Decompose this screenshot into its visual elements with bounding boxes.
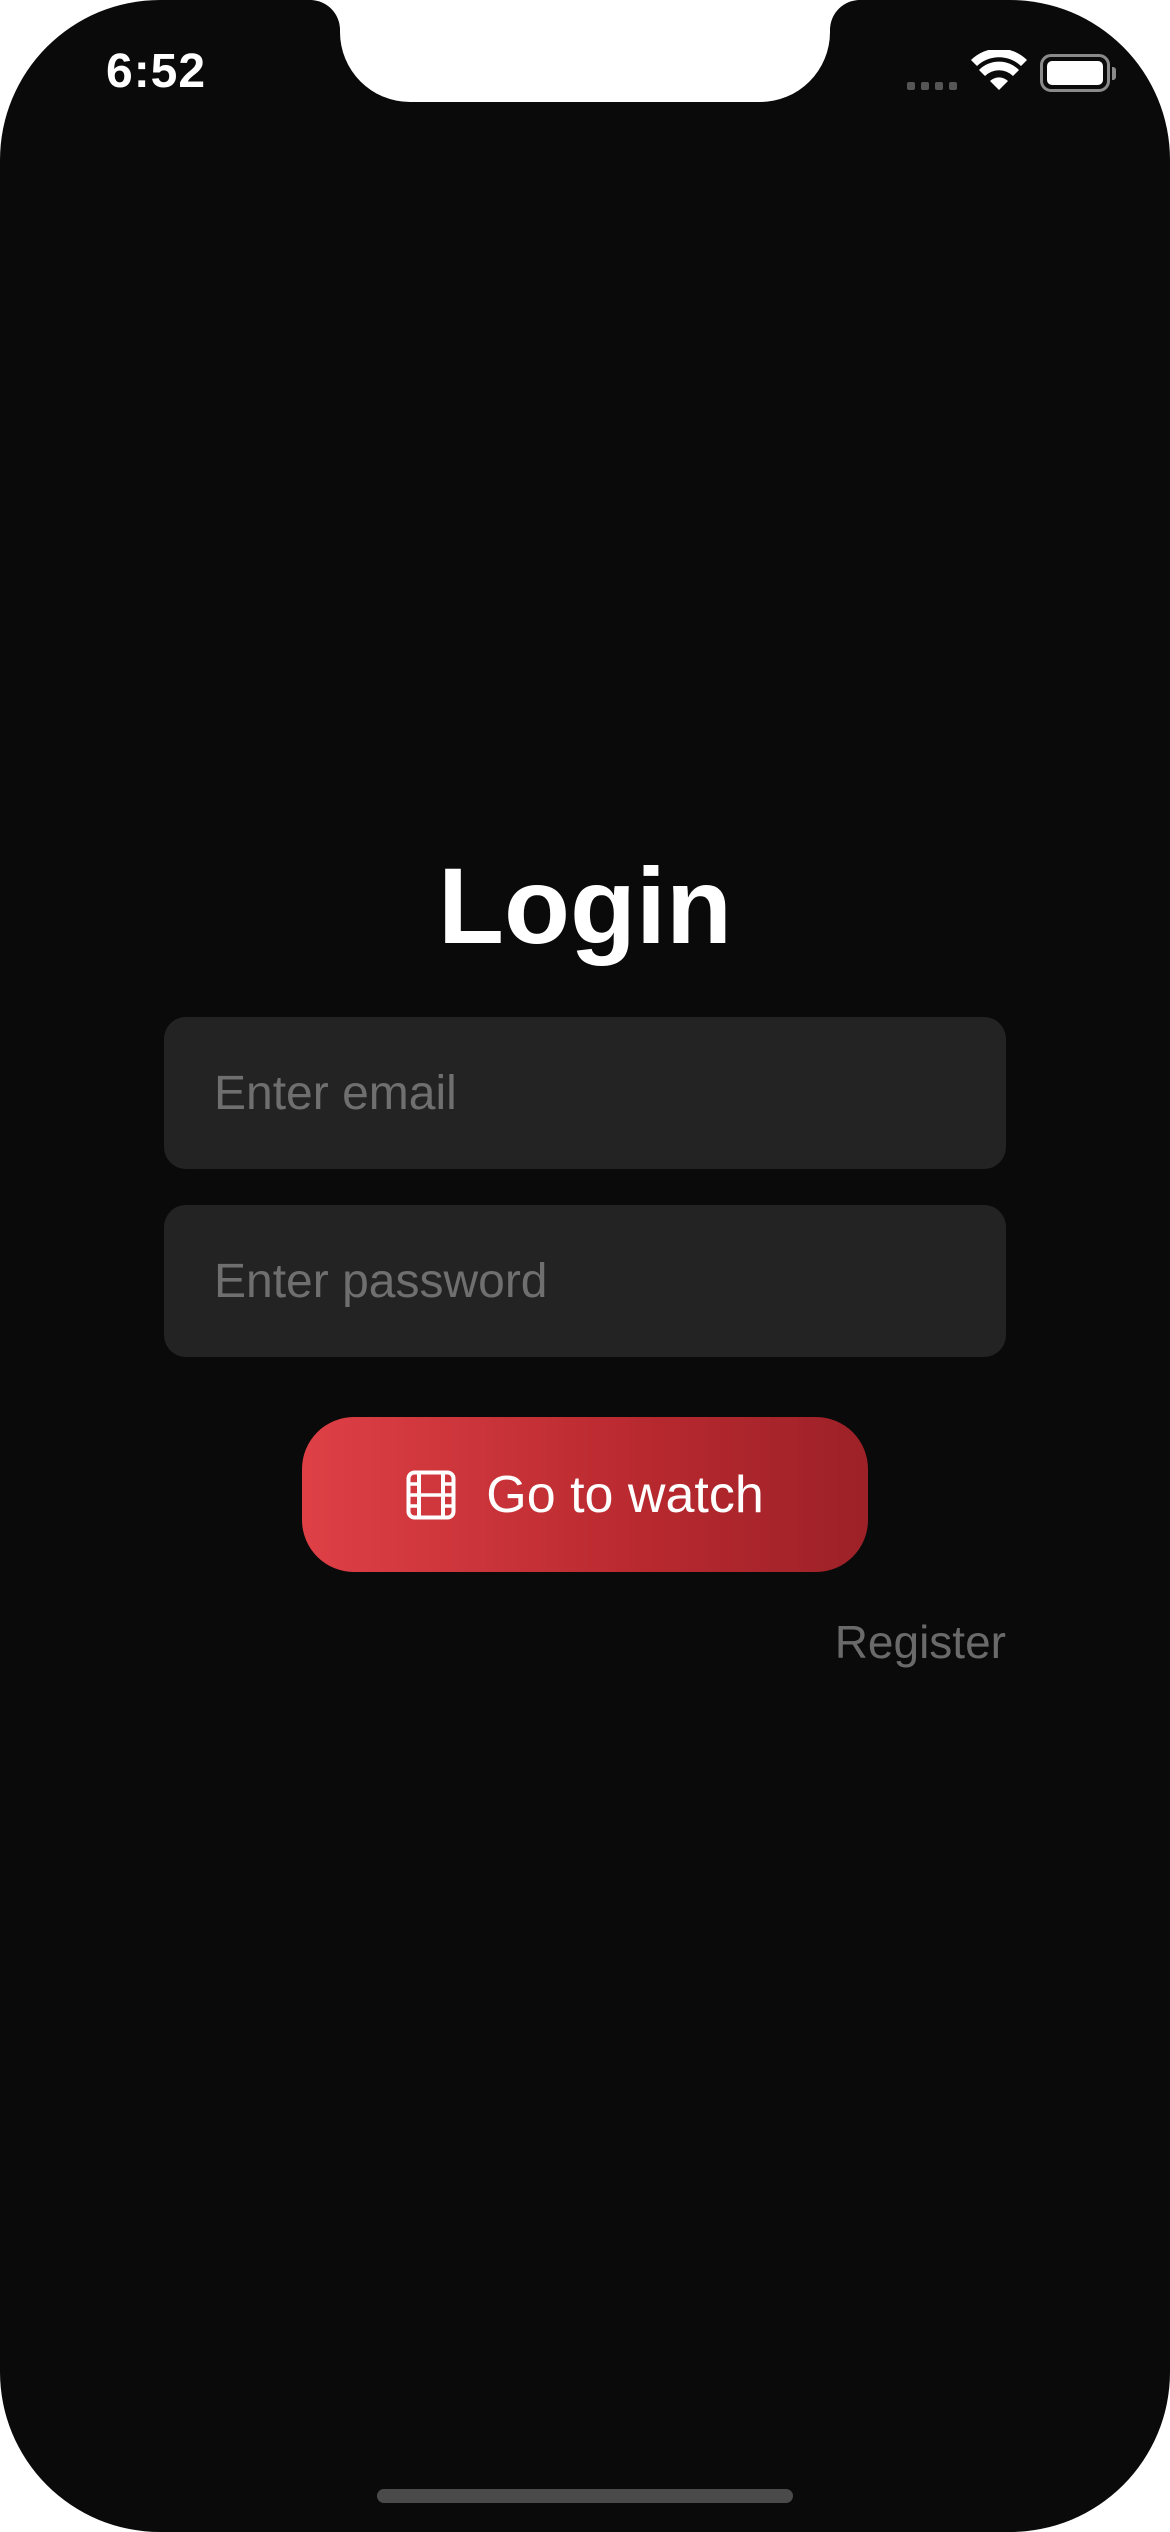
home-indicator[interactable] [377,2489,793,2503]
phone-screen: 6:52 Login Go to watch Register [0,0,1170,2532]
status-time: 6:52 [106,45,207,98]
go-to-watch-button[interactable]: Go to watch [302,1417,868,1572]
page-title: Login [438,845,732,966]
password-field[interactable] [164,1205,1006,1357]
battery-level [1047,61,1103,85]
device-notch [340,0,830,102]
battery-icon [1040,54,1116,92]
cellular-signal-icon [907,82,957,90]
wifi-icon [971,50,1027,90]
film-icon [406,1470,456,1519]
register-link[interactable]: Register [835,1615,1006,1669]
go-to-watch-label: Go to watch [486,1465,764,1524]
email-field[interactable] [164,1017,1006,1169]
